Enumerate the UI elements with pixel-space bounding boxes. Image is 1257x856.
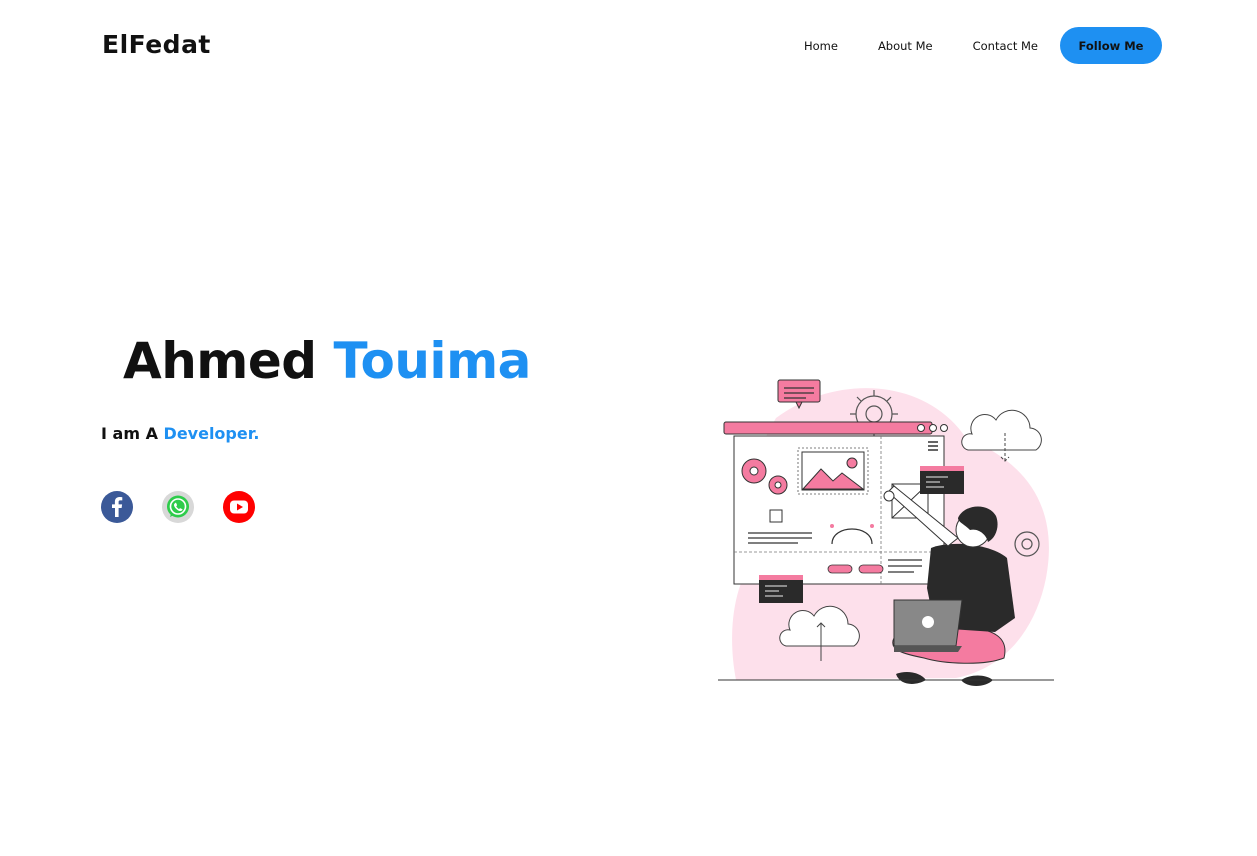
nav-contact-me[interactable]: Contact Me — [973, 39, 1038, 53]
hero-last-name: Touima — [333, 332, 532, 390]
follow-me-button[interactable]: Follow Me — [1060, 27, 1162, 64]
youtube-icon[interactable] — [223, 491, 255, 523]
tagline-role: Developer. — [163, 424, 260, 443]
hero-first-name: Ahmed — [123, 332, 317, 390]
tagline-prefix: I am A — [101, 424, 158, 443]
site-logo[interactable]: ElFedat — [102, 30, 211, 59]
developer-illustration — [718, 379, 1054, 686]
code-card-bottom — [759, 575, 803, 603]
main-nav: Home About Me Contact Me Follow Me — [804, 27, 1162, 64]
hero-tagline: I am A Developer. — [101, 424, 259, 443]
social-links — [101, 491, 284, 523]
whatsapp-icon[interactable] — [162, 491, 194, 523]
page: ElFedat Home About Me Contact Me Follow … — [0, 0, 1257, 856]
nav-home[interactable]: Home — [804, 39, 838, 53]
code-card-top — [920, 466, 964, 494]
facebook-icon[interactable] — [101, 491, 133, 523]
nav-about-me[interactable]: About Me — [878, 39, 933, 53]
hero-name: Ahmed Touima — [123, 332, 531, 390]
